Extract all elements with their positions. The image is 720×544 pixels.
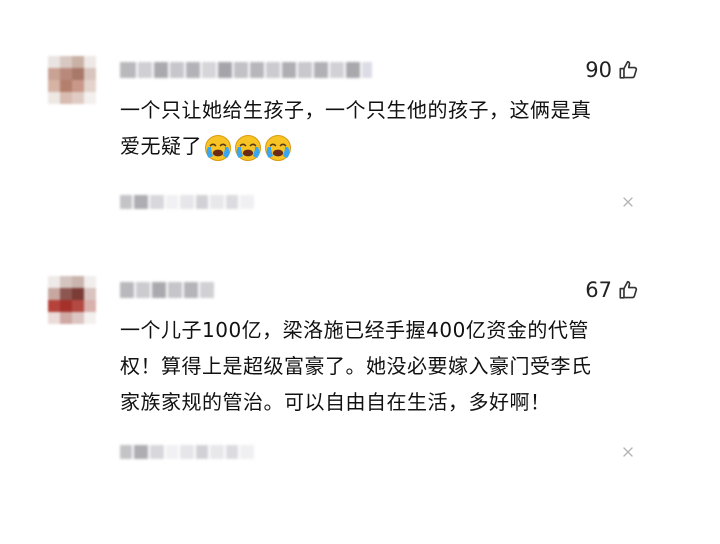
avatar[interactable]	[48, 56, 96, 104]
avatar[interactable]	[48, 276, 96, 324]
like-count: 67	[585, 278, 612, 302]
crying-face-emoji-icon	[265, 134, 291, 161]
crying-face-emoji-icon	[235, 134, 261, 161]
username-blurred[interactable]	[120, 276, 216, 304]
like-button[interactable]: 67	[585, 278, 640, 302]
emoji-group	[204, 134, 292, 162]
close-icon[interactable]	[620, 444, 636, 460]
comment-meta-blurred	[120, 188, 256, 216]
comment-line: 一个只让她给生孩子，一个只生他的孩子，这俩是真	[120, 98, 592, 122]
crying-face-emoji-icon	[205, 134, 231, 161]
comment-line: 家族家规的管治。可以自由自在生活，多好啊！	[120, 390, 551, 414]
comment-meta-blurred	[120, 438, 256, 466]
like-count: 90	[585, 58, 612, 82]
like-button[interactable]: 90	[585, 58, 640, 82]
comment-line: 爱无疑了	[120, 134, 202, 158]
thumbs-up-icon[interactable]	[618, 59, 640, 81]
close-icon[interactable]	[620, 194, 636, 210]
comment-list: 90 一个只让她给生孩子，一个只生他的孩子，这俩是真 爱无疑了 67 一个儿子1…	[0, 0, 720, 544]
comment-line-with-emoji: 爱无疑了	[120, 128, 640, 164]
comment-line: 权！算得上是超级富豪了。她没必要嫁入豪门受李氏	[120, 354, 592, 378]
comment-text: 一个儿子100亿，梁洛施已经手握400亿资金的代管 权！算得上是超级富豪了。她没…	[120, 312, 640, 420]
comment-line: 一个儿子100亿，梁洛施已经手握400亿资金的代管	[120, 318, 589, 342]
thumbs-up-icon[interactable]	[618, 279, 640, 301]
username-blurred[interactable]	[120, 56, 374, 84]
comment-text: 一个只让她给生孩子，一个只生他的孩子，这俩是真 爱无疑了	[120, 92, 640, 164]
